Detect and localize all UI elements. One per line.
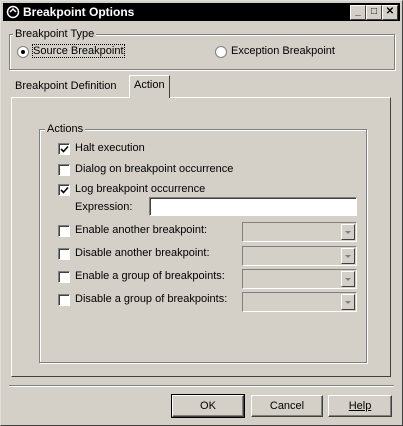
expression-input[interactable]	[149, 197, 357, 216]
enable-group-label[interactable]: Enable a group of breakpoints:	[75, 270, 225, 282]
enable-another-label[interactable]: Enable another breakpoint:	[75, 224, 207, 236]
actions-group-label: Actions	[45, 123, 86, 135]
ok-button[interactable]: OK	[171, 394, 245, 418]
halt-execution-label[interactable]: Halt execution	[75, 142, 145, 154]
enable-group-checkbox[interactable]	[58, 271, 70, 283]
checkmark-icon	[60, 186, 69, 194]
disable-another-label[interactable]: Disable another breakpoint:	[75, 247, 210, 259]
chevron-down-icon[interactable]	[341, 294, 355, 310]
tab-action[interactable]: Action	[129, 75, 170, 98]
checkmark-icon	[60, 145, 69, 153]
enable-another-dropdown[interactable]	[242, 222, 357, 242]
title-bar[interactable]: Breakpoint Options _ □ ✕	[3, 3, 400, 21]
source-breakpoint-label[interactable]: Source Breakpoint	[32, 44, 125, 58]
breakpoint-type-group-label: Breakpoint Type	[13, 28, 97, 40]
footer-divider	[9, 385, 394, 387]
close-button[interactable]: ✕	[382, 5, 398, 20]
enable-group-dropdown[interactable]	[242, 269, 357, 289]
halt-execution-checkbox[interactable]	[58, 143, 70, 155]
disable-another-dropdown[interactable]	[242, 246, 357, 266]
chevron-down-icon[interactable]	[341, 248, 355, 264]
tab-breakpoint-definition[interactable]: Breakpoint Definition	[11, 77, 121, 97]
window-title: Breakpoint Options	[23, 5, 135, 19]
source-breakpoint-radio[interactable]	[17, 46, 29, 58]
help-button[interactable]: Help	[328, 395, 392, 417]
enable-another-checkbox[interactable]	[58, 225, 70, 237]
dialog-on-occurrence-checkbox[interactable]	[58, 164, 70, 176]
minimize-button[interactable]: _	[350, 5, 366, 20]
exception-breakpoint-label[interactable]: Exception Breakpoint	[231, 45, 335, 57]
log-occurrence-label[interactable]: Log breakpoint occurrence	[75, 183, 205, 195]
disable-group-checkbox[interactable]	[58, 294, 70, 306]
maximize-button[interactable]: □	[366, 5, 382, 20]
app-icon	[6, 5, 20, 19]
dialog-on-occurrence-label[interactable]: Dialog on breakpoint occurrence	[75, 163, 233, 175]
exception-breakpoint-radio[interactable]	[215, 46, 227, 58]
chevron-down-icon[interactable]	[341, 271, 355, 287]
cancel-button[interactable]: Cancel	[251, 395, 323, 417]
disable-another-checkbox[interactable]	[58, 248, 70, 260]
expression-label: Expression:	[75, 201, 133, 213]
breakpoint-options-dialog: Breakpoint Options _ □ ✕ Breakpoint Type…	[0, 0, 403, 426]
log-occurrence-checkbox[interactable]	[58, 184, 70, 196]
disable-group-label[interactable]: Disable a group of breakpoints:	[75, 293, 227, 305]
disable-group-dropdown[interactable]	[242, 292, 357, 312]
chevron-down-icon[interactable]	[341, 224, 355, 240]
